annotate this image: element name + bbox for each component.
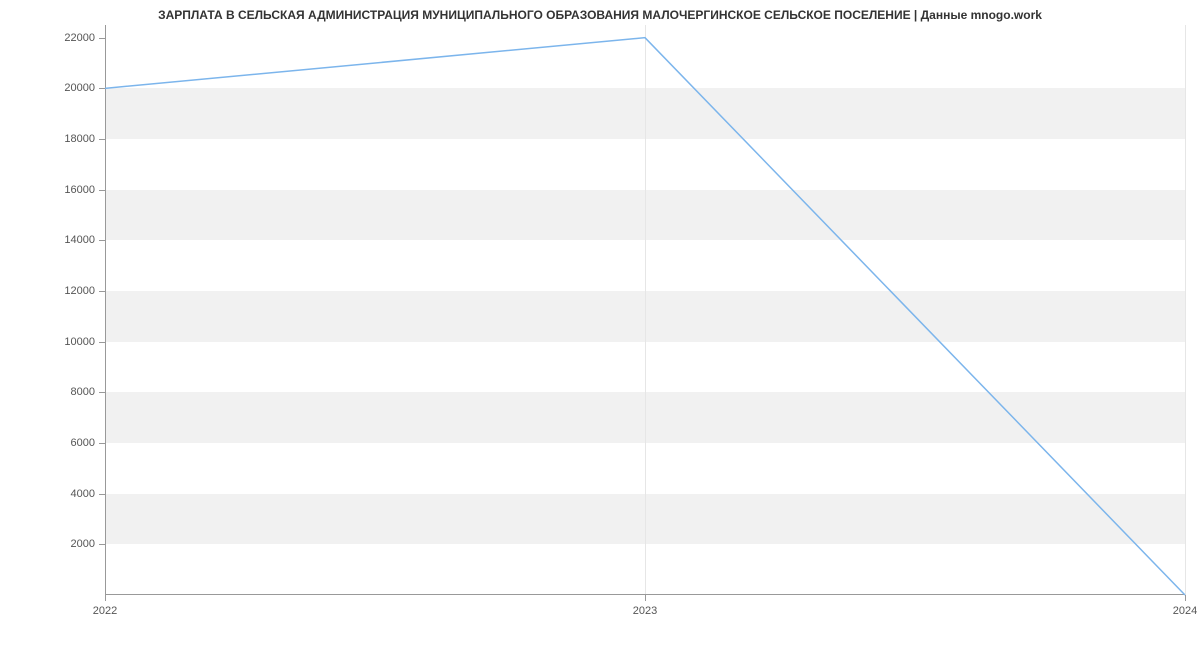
x-axis-label: 2023	[633, 605, 657, 617]
y-axis-label: 8000	[71, 386, 95, 398]
y-axis-label: 2000	[71, 538, 95, 550]
y-axis-label: 20000	[64, 82, 95, 94]
y-axis-label: 18000	[64, 133, 95, 145]
x-tick	[1185, 595, 1186, 601]
y-axis-label: 6000	[71, 437, 95, 449]
chart-title: ЗАРПЛАТА В СЕЛЬСКАЯ АДМИНИСТРАЦИЯ МУНИЦИ…	[0, 8, 1200, 22]
y-axis-label: 14000	[64, 234, 95, 246]
x-axis-label: 2022	[93, 605, 117, 617]
y-axis-label: 10000	[64, 336, 95, 348]
y-axis-label: 4000	[71, 488, 95, 500]
y-axis-label: 12000	[64, 285, 95, 297]
x-tick	[105, 595, 106, 601]
y-axis-label: 22000	[64, 32, 95, 44]
data-series-line	[105, 25, 1185, 595]
x-tick	[645, 595, 646, 601]
x-gridline	[1185, 25, 1186, 595]
x-axis-label: 2024	[1173, 605, 1197, 617]
y-axis-label: 16000	[64, 184, 95, 196]
chart-plot-area: 2022202320242000400060008000100001200014…	[105, 25, 1185, 595]
